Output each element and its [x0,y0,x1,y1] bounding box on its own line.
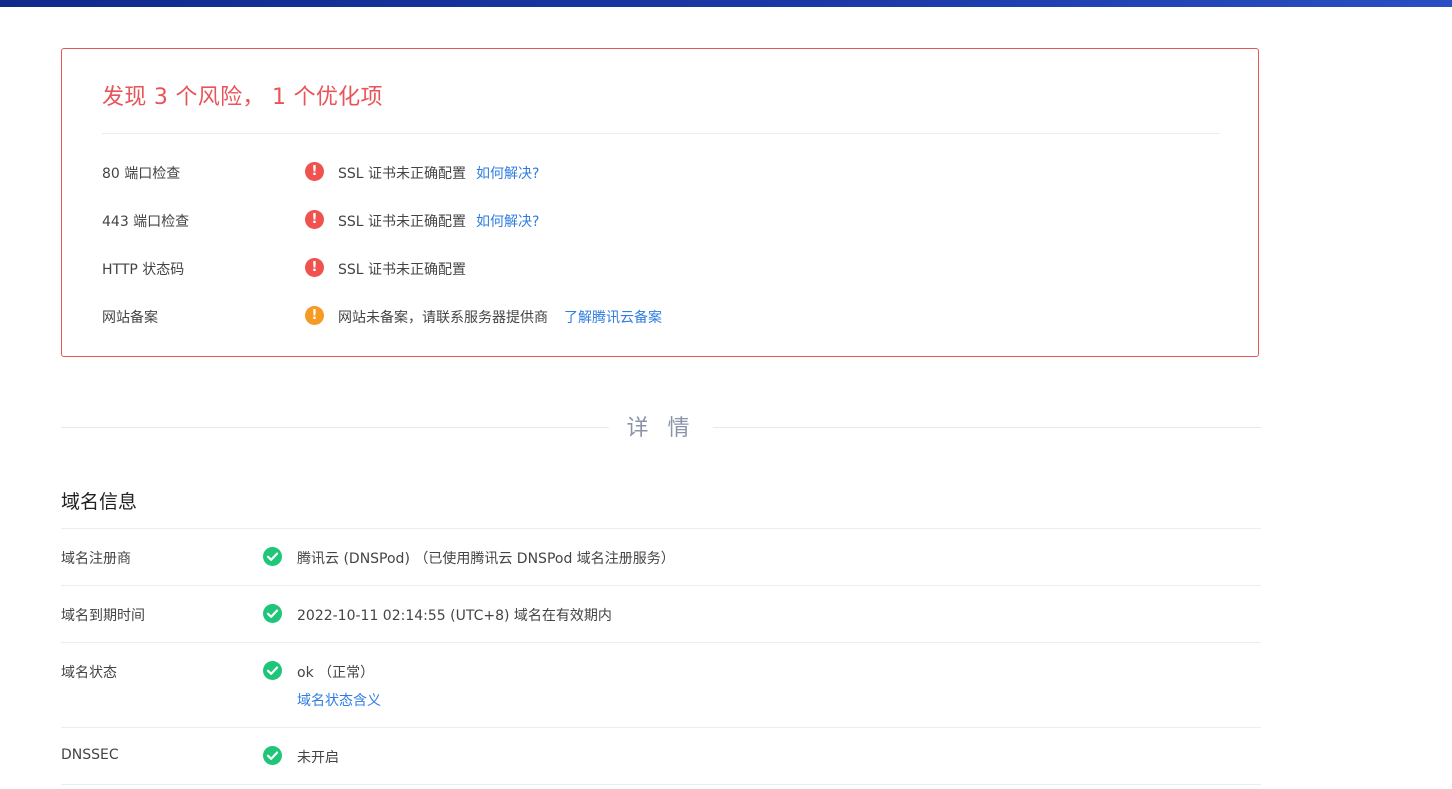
details-divider-right [713,427,1261,428]
learn-filing-link[interactable]: 了解腾讯云备案 [564,310,662,326]
check-circle-icon [263,661,282,680]
check-circle-icon [263,604,282,623]
risk-summary-divider [102,133,1220,134]
info-label: 域名注册商 [61,551,131,567]
info-value: 腾讯云 (DNSPod) （已使用腾讯云 DNSPod 域名注册服务） [297,551,675,567]
row-divider [61,727,1261,728]
risk-label: HTTP 状态码 [102,262,185,278]
warning-circle-icon: ! [305,306,324,325]
risk-row-icp-filing: 网站备案 ! 网站未备案，请联系服务器提供商 了解腾讯云备案 [102,304,1220,328]
domain-info-title: 域名信息 [61,491,138,513]
info-label: DNSSEC [61,747,119,763]
row-divider [61,585,1261,586]
top-banner-bar [0,0,1452,7]
domain-status-meaning-link[interactable]: 域名状态含义 [297,690,381,710]
row-divider [61,784,1261,785]
risk-row-port-80: 80 端口检查 ! SSL 证书未正确配置 如何解决? [102,160,1220,184]
risk-row-port-443: 443 端口检查 ! SSL 证书未正确配置 如何解决? [102,208,1220,232]
risk-label: 80 端口检查 [102,166,181,182]
risk-message: SSL 证书未正确配置 [338,262,467,278]
risk-message: SSL 证书未正确配置 [338,214,467,230]
risk-label: 网站备案 [102,310,158,326]
how-to-fix-link[interactable]: 如何解决? [476,214,539,230]
risk-summary-title: 发现 3 个风险， 1 个优化项 [102,85,383,110]
details-divider-left [61,427,609,428]
check-circle-icon [263,746,282,765]
exclamation-circle-icon: ! [305,258,324,277]
risk-label: 443 端口检查 [102,214,190,230]
check-circle-icon [263,547,282,566]
details-heading: 详 情 [626,416,696,441]
info-value: 未开启 [297,750,339,766]
info-value: 2022-10-11 02:14:55 (UTC+8) 域名在有效期内 [297,608,612,624]
info-value: ok （正常） [297,665,375,681]
row-divider [61,528,1261,529]
how-to-fix-link[interactable]: 如何解决? [476,166,539,182]
info-label: 域名到期时间 [61,608,145,624]
risk-message: SSL 证书未正确配置 [338,166,467,182]
info-label: 域名状态 [61,665,117,681]
exclamation-circle-icon: ! [305,162,324,181]
exclamation-circle-icon: ! [305,210,324,229]
risk-message: 网站未备案，请联系服务器提供商 [338,310,548,326]
risk-summary-panel: 发现 3 个风险， 1 个优化项 80 端口检查 ! SSL 证书未正确配置 如何… [61,48,1259,357]
row-divider [61,642,1261,643]
risk-row-http-status: HTTP 状态码 ! SSL 证书未正确配置 [102,256,1220,280]
